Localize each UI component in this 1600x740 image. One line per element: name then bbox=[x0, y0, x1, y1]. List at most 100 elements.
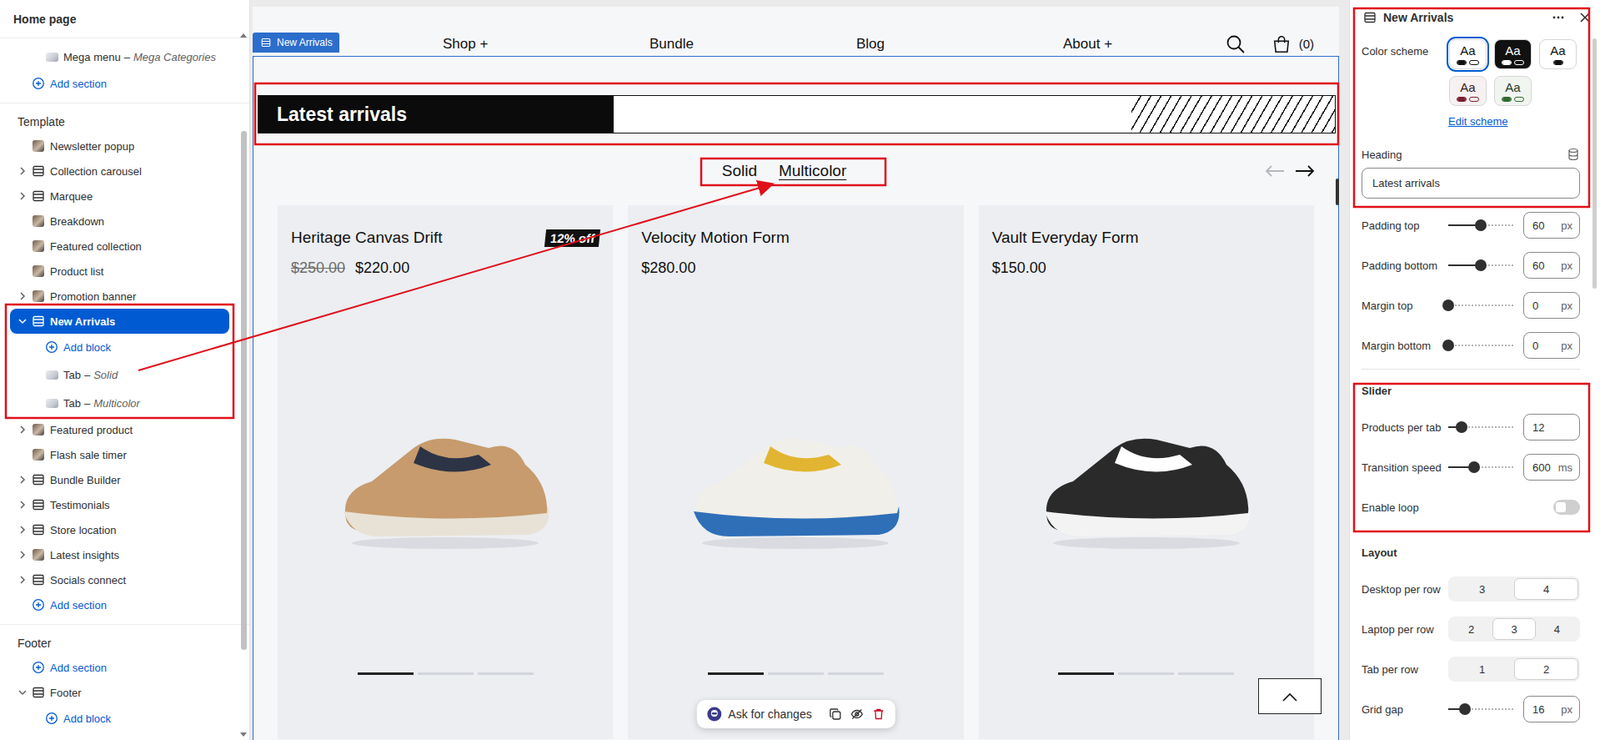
slider-thumb[interactable] bbox=[1442, 299, 1455, 311]
segment-option[interactable]: 3 bbox=[1449, 577, 1515, 600]
section-item[interactable]: Newsletter popup bbox=[10, 133, 230, 159]
search-icon[interactable] bbox=[1225, 34, 1246, 55]
slider-track[interactable] bbox=[1448, 258, 1514, 272]
section-tag[interactable]: New Arrivals bbox=[252, 32, 340, 53]
section-item[interactable]: Featured collection bbox=[10, 233, 230, 259]
back-to-top-button[interactable] bbox=[1258, 677, 1322, 714]
chevron-slot[interactable] bbox=[16, 165, 29, 177]
color-swatch[interactable]: Aa bbox=[1538, 38, 1578, 71]
chevron-slot[interactable] bbox=[16, 290, 29, 302]
section-item[interactable]: Collection carousel bbox=[10, 158, 230, 184]
section-item[interactable]: Product list bbox=[10, 258, 230, 284]
panel-scrollbar[interactable] bbox=[1592, 38, 1597, 289]
segment-option[interactable]: 2 bbox=[1449, 617, 1493, 640]
pagination-segment[interactable] bbox=[357, 672, 414, 675]
sidebar-scrollbar[interactable] bbox=[240, 38, 247, 737]
scroll-down-icon[interactable] bbox=[240, 732, 247, 737]
slider-thumb[interactable] bbox=[1442, 339, 1455, 352]
chevron-right-icon[interactable] bbox=[18, 191, 27, 201]
value-field[interactable]: 0px bbox=[1523, 291, 1580, 319]
chevron-down-icon[interactable] bbox=[18, 316, 27, 326]
section-item[interactable]: Latest insights bbox=[10, 541, 230, 567]
preview-scrollbar[interactable] bbox=[1335, 178, 1340, 206]
color-swatch[interactable]: Aa bbox=[1493, 75, 1533, 107]
chevron-slot[interactable] bbox=[16, 498, 29, 511]
section-item[interactable]: New Arrivals bbox=[10, 308, 230, 334]
value-field[interactable]: 60px bbox=[1523, 211, 1580, 239]
chevron-right-icon[interactable] bbox=[18, 425, 27, 434]
new-arrivals-section[interactable]: Latest arrivalsSolidMulticolorHeritage C… bbox=[252, 55, 1340, 740]
chevron-slot[interactable] bbox=[16, 190, 29, 202]
hide-icon[interactable] bbox=[850, 707, 864, 721]
slider-thumb[interactable] bbox=[1468, 461, 1480, 473]
section-item[interactable]: Flash sale timer bbox=[10, 441, 230, 467]
chevron-right-icon[interactable] bbox=[18, 291, 27, 301]
nav-link[interactable]: Blog bbox=[856, 35, 885, 52]
section-item[interactable]: Breakdown bbox=[10, 208, 230, 234]
chevron-right-icon[interactable] bbox=[18, 500, 27, 509]
product-card[interactable]: Vault Everyday Form$150.00 bbox=[978, 205, 1315, 739]
product-title[interactable]: Vault Everyday Form bbox=[992, 227, 1139, 248]
color-swatch[interactable]: Aa bbox=[1493, 38, 1533, 71]
more-icon[interactable] bbox=[1551, 10, 1565, 25]
nav-link[interactable]: About + bbox=[1063, 35, 1113, 52]
add-button[interactable]: Add block bbox=[10, 704, 230, 732]
section-item[interactable]: Promotion banner bbox=[10, 283, 230, 309]
slider-track[interactable] bbox=[1448, 218, 1514, 232]
delete-icon[interactable] bbox=[872, 707, 886, 721]
section-item[interactable]: Marquee bbox=[10, 183, 230, 209]
chevron-right-icon[interactable] bbox=[18, 525, 27, 534]
segment-option[interactable]: 3 bbox=[1492, 617, 1535, 640]
color-swatch[interactable]: Aa bbox=[1448, 38, 1488, 71]
pagination-segment[interactable] bbox=[707, 672, 764, 675]
add-button[interactable]: Add section bbox=[10, 70, 230, 96]
slider-thumb[interactable] bbox=[1474, 219, 1487, 231]
slider-track[interactable] bbox=[1448, 298, 1514, 312]
arrow-right-icon[interactable] bbox=[1294, 164, 1315, 178]
slider-track[interactable] bbox=[1448, 702, 1514, 716]
value-field[interactable]: 600ms bbox=[1523, 453, 1580, 481]
duplicate-icon[interactable] bbox=[828, 707, 843, 721]
slider-thumb[interactable] bbox=[1474, 259, 1487, 271]
section-item[interactable]: Bundle Builder bbox=[10, 466, 230, 492]
product-title[interactable]: Velocity Motion Form bbox=[641, 227, 789, 248]
product-card[interactable]: Heritage Canvas Drift12% off$250.00$220.… bbox=[277, 205, 613, 739]
value-field[interactable]: 12 bbox=[1523, 413, 1580, 441]
slider-track[interactable] bbox=[1448, 420, 1514, 434]
nav-link[interactable]: Bundle bbox=[649, 35, 694, 52]
slider-thumb[interactable] bbox=[1455, 421, 1468, 433]
cart-count[interactable]: (0) bbox=[1299, 36, 1315, 51]
product-tab[interactable]: Solid bbox=[722, 161, 758, 181]
nav-link[interactable]: Shop + bbox=[442, 35, 488, 52]
chevron-slot[interactable] bbox=[16, 573, 29, 586]
block-item[interactable]: Tab–Multicolor bbox=[10, 388, 230, 417]
value-field[interactable]: 60px bbox=[1523, 251, 1580, 279]
chevron-right-icon[interactable] bbox=[18, 550, 27, 559]
add-button[interactable]: Add section bbox=[10, 591, 230, 617]
value-field[interactable]: 16px bbox=[1523, 695, 1580, 723]
pagination-segment[interactable] bbox=[477, 672, 534, 675]
chevron-slot[interactable] bbox=[16, 523, 29, 536]
heading-input[interactable] bbox=[1361, 167, 1580, 199]
pagination-segment[interactable] bbox=[1178, 672, 1234, 675]
ask-for-changes-button[interactable]: Ask for changes bbox=[706, 706, 820, 722]
block-item[interactable]: Mega menu–Mega Categories bbox=[10, 42, 230, 71]
pagination-segment[interactable] bbox=[827, 672, 884, 675]
chevron-right-icon[interactable] bbox=[18, 475, 27, 484]
chevron-slot[interactable] bbox=[16, 548, 29, 561]
chevron-down-icon[interactable] bbox=[18, 687, 27, 697]
chevron-right-icon[interactable] bbox=[18, 166, 27, 176]
slider-track[interactable] bbox=[1448, 460, 1514, 474]
section-item[interactable]: Testimonials bbox=[10, 491, 230, 517]
slider-track[interactable] bbox=[1448, 338, 1514, 352]
pagination-segment[interactable] bbox=[417, 672, 474, 675]
chevron-slot[interactable] bbox=[16, 315, 29, 327]
slider-thumb[interactable] bbox=[1459, 702, 1471, 715]
section-item[interactable]: Featured product bbox=[10, 416, 230, 442]
segment-option[interactable]: 4 bbox=[1535, 617, 1579, 640]
value-field[interactable]: 0px bbox=[1523, 331, 1580, 359]
segment-option[interactable]: 4 bbox=[1514, 577, 1579, 600]
close-icon[interactable] bbox=[1578, 10, 1592, 25]
product-card[interactable]: Velocity Motion Form$280.00 bbox=[627, 205, 964, 739]
segment-option[interactable]: 2 bbox=[1514, 657, 1579, 680]
